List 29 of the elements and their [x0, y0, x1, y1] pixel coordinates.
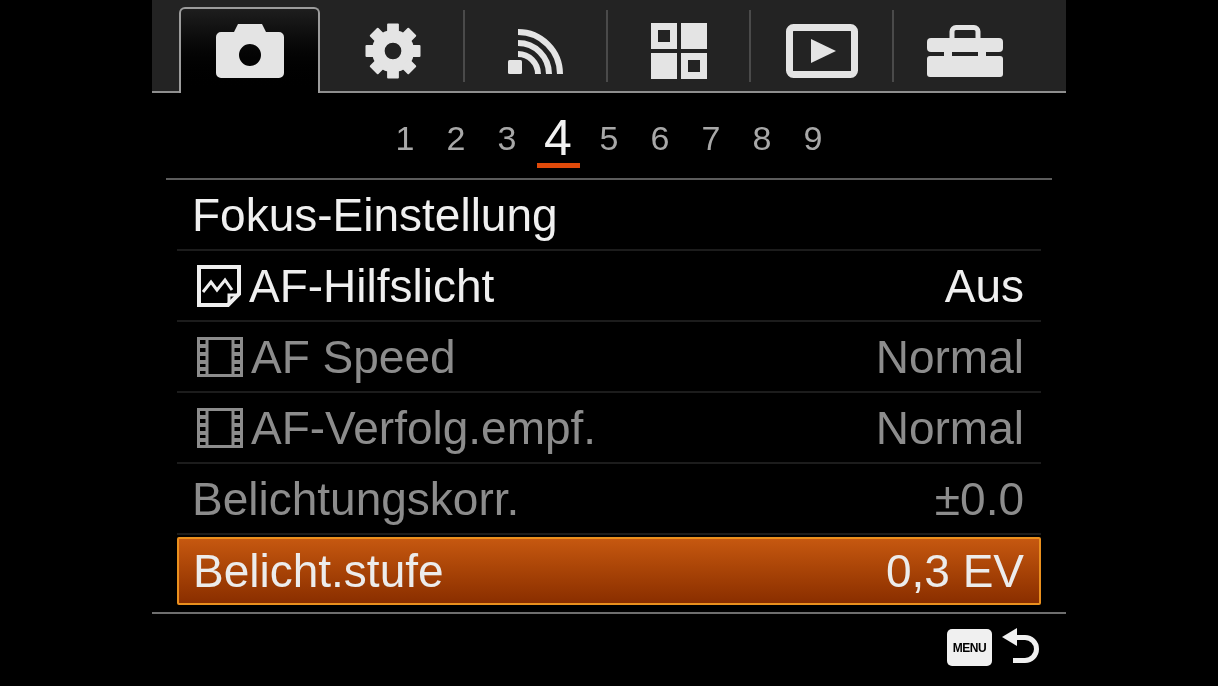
- page-number[interactable]: 3: [485, 121, 529, 168]
- grid-icon: [650, 23, 707, 79]
- playback-icon: [785, 24, 858, 78]
- page-number[interactable]: 7: [689, 121, 733, 168]
- image-icon: [197, 264, 241, 307]
- film-icon: [197, 407, 243, 448]
- menu-tab[interactable]: [179, 7, 320, 93]
- page-number[interactable]: 4: [536, 113, 580, 168]
- menu-key: MENU: [947, 629, 992, 666]
- camera-icon: [215, 24, 284, 78]
- film-icon: [197, 336, 243, 377]
- menu-row[interactable]: AF-Hilfslicht Aus: [177, 251, 1041, 322]
- wireless-icon: [507, 26, 564, 76]
- setting-value: Normal: [875, 333, 1024, 380]
- menu-row[interactable]: Belicht.stufe 0,3 EV: [177, 537, 1041, 605]
- setting-value: Normal: [875, 404, 1024, 451]
- page-number[interactable]: 1: [383, 121, 427, 168]
- setting-label: Belicht.stufe: [193, 548, 444, 594]
- toolbox-icon: [926, 25, 1003, 77]
- page-number[interactable]: 9: [791, 121, 835, 168]
- gear-icon: [364, 23, 421, 79]
- page-number[interactable]: 5: [587, 121, 631, 168]
- setting-value: Aus: [944, 262, 1024, 309]
- page-number[interactable]: 8: [740, 121, 784, 168]
- setting-value: ±0.0: [934, 475, 1024, 522]
- page-number[interactable]: 2: [434, 121, 478, 168]
- page-number[interactable]: 6: [638, 121, 682, 168]
- setting-label: AF-Hilfslicht: [249, 262, 495, 309]
- setting-value: 0,3 EV: [885, 548, 1024, 594]
